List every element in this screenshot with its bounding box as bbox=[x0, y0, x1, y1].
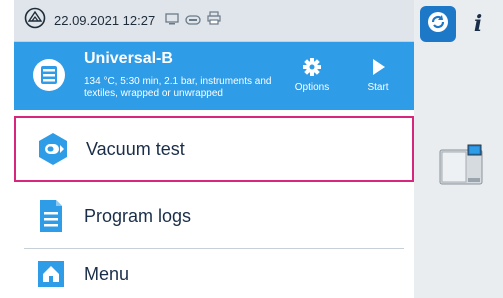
status-bar: 22.09.2021 12:27 bbox=[14, 0, 414, 42]
menu-item-vacuum-test[interactable]: Vacuum test bbox=[14, 116, 414, 182]
sterilizer-device-icon bbox=[438, 144, 484, 191]
main-panel: 22.09.2021 12:27 Universal-B 134 °C, 5:3… bbox=[14, 0, 414, 298]
side-panel: i bbox=[414, 0, 503, 298]
program-description: 134 °C, 5:30 min, 2.1 bar, instruments a… bbox=[84, 76, 272, 99]
screen: 22.09.2021 12:27 Universal-B 134 °C, 5:3… bbox=[0, 0, 503, 298]
refresh-mode-icon bbox=[426, 10, 450, 39]
document-icon bbox=[34, 199, 68, 233]
program-drum-icon bbox=[32, 58, 66, 97]
status-datetime: 22.09.2021 12:27 bbox=[54, 13, 156, 28]
card-icon bbox=[185, 12, 201, 30]
info-icon: i bbox=[473, 11, 483, 37]
gear-icon bbox=[282, 52, 342, 80]
options-button[interactable]: Options bbox=[282, 52, 342, 93]
monitor-icon bbox=[165, 12, 179, 30]
device-logo-icon bbox=[24, 7, 46, 34]
printer-icon bbox=[207, 11, 221, 30]
start-button[interactable]: Start bbox=[348, 52, 408, 93]
menu-item-label: Menu bbox=[84, 263, 130, 284]
menu-item-label: Program logs bbox=[84, 205, 192, 226]
menu-item-program-logs[interactable]: Program logs bbox=[14, 188, 414, 244]
options-label: Options bbox=[294, 82, 330, 93]
info-button[interactable]: i bbox=[460, 6, 496, 42]
divider bbox=[24, 248, 404, 249]
program-panel[interactable]: Universal-B 134 °C, 5:30 min, 2.1 bar, i… bbox=[14, 42, 414, 110]
program-title: Universal-B bbox=[84, 50, 173, 67]
vacuum-test-icon bbox=[36, 132, 70, 166]
start-label: Start bbox=[367, 82, 389, 93]
play-icon bbox=[348, 52, 408, 80]
mode-button[interactable] bbox=[420, 6, 456, 42]
menu-item-menu[interactable]: Menu bbox=[14, 250, 414, 298]
home-icon bbox=[34, 260, 68, 288]
menu-item-label: Vacuum test bbox=[86, 138, 185, 159]
